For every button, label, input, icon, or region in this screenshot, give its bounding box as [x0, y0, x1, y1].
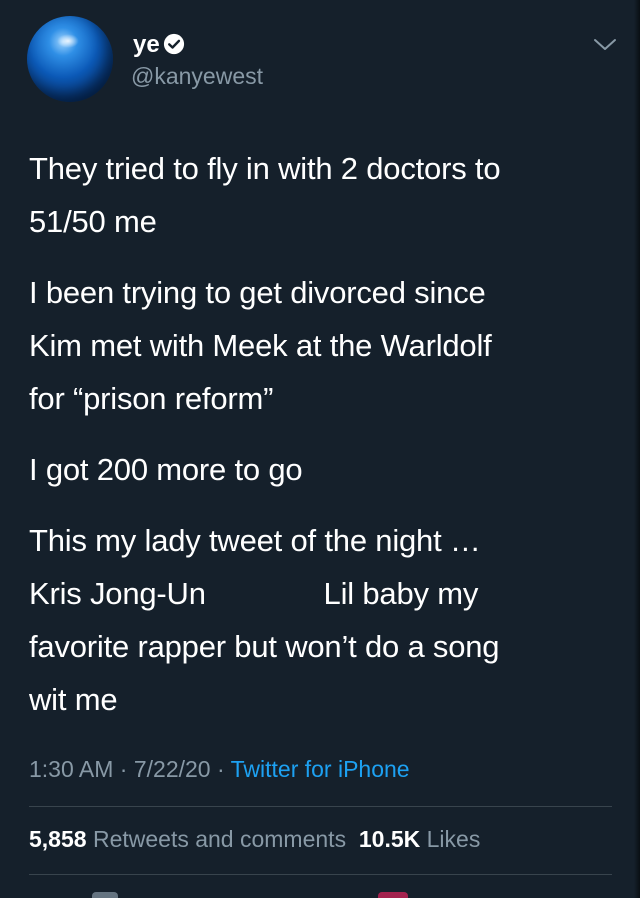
tweet-text-line: Kris Jong-Un Lil baby my — [29, 576, 479, 611]
meta-separator: · — [210, 756, 231, 782]
reply-icon[interactable] — [92, 892, 118, 898]
tweet-text-line: wit me — [29, 682, 118, 717]
meta-separator: · — [113, 756, 134, 782]
tweet-text-line: This my lady tweet of the night … — [29, 523, 481, 558]
likes-count: 10.5K — [358, 826, 421, 852]
like-icon[interactable] — [378, 892, 408, 898]
divider — [29, 806, 612, 807]
tweet-meta: 1:30 AM · 7/22/20 · Twitter for iPhone — [29, 752, 410, 786]
user-handle[interactable]: @kanyewest — [131, 62, 263, 90]
avatar[interactable] — [27, 16, 113, 102]
verified-badge-icon — [163, 33, 185, 55]
tweet-text-line: 51/50 me — [29, 204, 157, 239]
retweets-count: 5,858 — [29, 826, 87, 852]
likes-stat[interactable]: 10.5K Likes — [359, 826, 480, 852]
tweet-text-line: Kim met with Meek at the Warldolf — [29, 328, 492, 363]
display-name[interactable]: ye — [133, 31, 160, 59]
retweets-label: Retweets and comments — [92, 826, 347, 852]
chevron-down-icon[interactable] — [592, 36, 618, 54]
tweet-source-link[interactable]: Twitter for iPhone — [231, 756, 410, 782]
tweet-time: 1:30 AM — [29, 756, 114, 782]
avatar-highlight — [57, 34, 79, 48]
tweet-text-line: favorite rapper but won’t do a song — [29, 629, 500, 664]
tweet-detail: ye @kanyewest They tried to fly in with … — [0, 0, 640, 898]
retweets-stat[interactable]: 5,858 Retweets and comments — [29, 826, 346, 852]
tweet-stats: 5,858 Retweets and comments 10.5K Likes — [29, 822, 480, 856]
tweet-text-line: for “prison reform” — [29, 381, 274, 416]
action-bar — [0, 888, 640, 898]
tweet-text-line: They tried to fly in with 2 doctors to — [29, 151, 501, 186]
tweet-text-line: I been trying to get divorced since — [29, 275, 486, 310]
tweet-text-line: I got 200 more to go — [29, 452, 303, 487]
screen-edge — [634, 0, 640, 898]
tweet-text: They tried to fly in with 2 doctors to 51… — [29, 142, 614, 726]
likes-label: Likes — [426, 826, 481, 852]
tweet-date: 7/22/20 — [133, 756, 211, 782]
divider — [29, 874, 612, 875]
